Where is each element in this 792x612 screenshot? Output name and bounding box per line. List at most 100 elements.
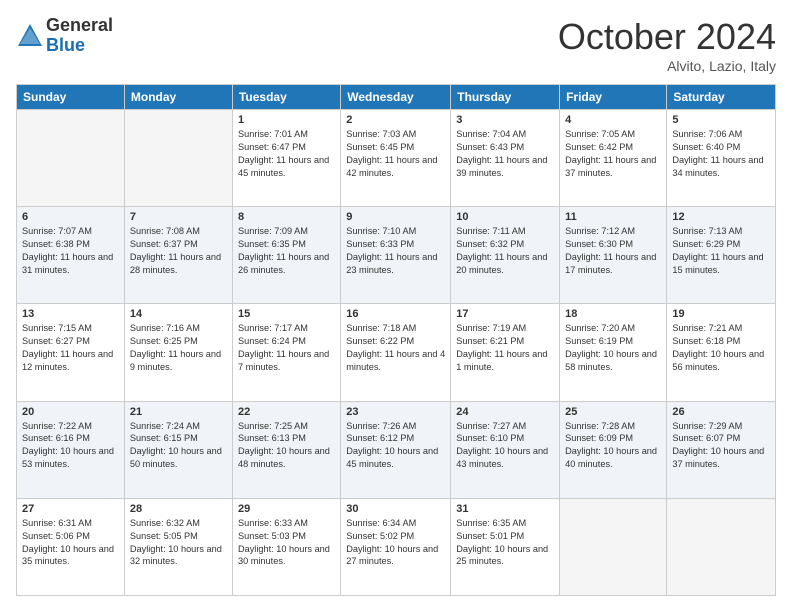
day-info: Sunrise: 7:11 AMSunset: 6:32 PMDaylight:… [456, 225, 554, 277]
th-saturday: Saturday [667, 85, 776, 110]
day-info: Sunrise: 7:04 AMSunset: 6:43 PMDaylight:… [456, 128, 554, 180]
calendar-cell: 3 Sunrise: 7:04 AMSunset: 6:43 PMDaylight… [451, 110, 560, 207]
calendar-cell: 2 Sunrise: 7:03 AMSunset: 6:45 PMDaylight… [341, 110, 451, 207]
th-wednesday: Wednesday [341, 85, 451, 110]
calendar-cell: 16Sunrise: 7:18 AMSunset: 6:22 PMDayligh… [341, 304, 451, 401]
calendar-header: Sunday Monday Tuesday Wednesday Thursday… [17, 85, 776, 110]
logo-icon [16, 22, 44, 50]
calendar-cell: 29 Sunrise: 6:33 AMSunset: 5:03 PMDayligh… [232, 498, 340, 595]
calendar-cell: 7 Sunrise: 7:08 AMSunset: 6:37 PMDaylight… [124, 207, 232, 304]
calendar-cell: 4 Sunrise: 7:05 AMSunset: 6:42 PMDaylight… [560, 110, 667, 207]
calendar-cell [124, 110, 232, 207]
th-tuesday: Tuesday [232, 85, 340, 110]
calendar-cell: 24 Sunrise: 7:27 AMSunset: 6:10 PMDayligh… [451, 401, 560, 498]
day-info: Sunrise: 7:24 AMSunset: 6:15 PMDaylight:… [130, 420, 227, 472]
day-info: Sunrise: 7:21 AMSunset: 6:18 PMDaylight:… [672, 322, 770, 374]
day-number: 30 [346, 503, 445, 515]
day-info: Sunrise: 7:19 AMSunset: 6:21 PMDaylight:… [456, 322, 554, 374]
th-monday: Monday [124, 85, 232, 110]
day-number: 14 [130, 308, 227, 320]
day-number: 3 [456, 114, 554, 126]
logo-area: General Blue [16, 16, 113, 56]
day-number: 20 [22, 406, 119, 418]
calendar-week-row: 20 Sunrise: 7:22 AMSunset: 6:16 PMDayligh… [17, 401, 776, 498]
th-sunday: Sunday [17, 85, 125, 110]
calendar-cell: 30 Sunrise: 6:34 AMSunset: 5:02 PMDayligh… [341, 498, 451, 595]
day-info: Sunrise: 7:09 AMSunset: 6:35 PMDaylight:… [238, 225, 335, 277]
day-number: 5 [672, 114, 770, 126]
calendar-cell: 31 Sunrise: 6:35 AMSunset: 5:01 PMDayligh… [451, 498, 560, 595]
day-info: Sunrise: 6:31 AMSunset: 5:06 PMDaylight:… [22, 517, 119, 569]
logo-text: General Blue [46, 16, 113, 56]
logo-general: General [46, 16, 113, 36]
day-number: 2 [346, 114, 445, 126]
day-info: Sunrise: 7:26 AMSunset: 6:12 PMDaylight:… [346, 420, 445, 472]
day-info: Sunrise: 6:33 AMSunset: 5:03 PMDaylight:… [238, 517, 335, 569]
day-info: Sunrise: 7:22 AMSunset: 6:16 PMDaylight:… [22, 420, 119, 472]
day-number: 17 [456, 308, 554, 320]
day-info: Sunrise: 6:34 AMSunset: 5:02 PMDaylight:… [346, 517, 445, 569]
day-number: 31 [456, 503, 554, 515]
day-info: Sunrise: 6:35 AMSunset: 5:01 PMDaylight:… [456, 517, 554, 569]
calendar-week-row: 27 Sunrise: 6:31 AMSunset: 5:06 PMDayligh… [17, 498, 776, 595]
day-info: Sunrise: 7:16 AMSunset: 6:25 PMDaylight:… [130, 322, 227, 374]
calendar-cell: 14 Sunrise: 7:16 AMSunset: 6:25 PMDayligh… [124, 304, 232, 401]
calendar-cell [17, 110, 125, 207]
day-number: 27 [22, 503, 119, 515]
day-number: 11 [565, 211, 661, 223]
th-thursday: Thursday [451, 85, 560, 110]
calendar-cell: 17 Sunrise: 7:19 AMSunset: 6:21 PMDayligh… [451, 304, 560, 401]
calendar-cell: 15Sunrise: 7:17 AMSunset: 6:24 PMDayligh… [232, 304, 340, 401]
day-info: Sunrise: 6:32 AMSunset: 5:05 PMDaylight:… [130, 517, 227, 569]
day-info: Sunrise: 7:05 AMSunset: 6:42 PMDaylight:… [565, 128, 661, 180]
calendar-cell: 23 Sunrise: 7:26 AMSunset: 6:12 PMDayligh… [341, 401, 451, 498]
calendar-cell: 1Sunrise: 7:01 AMSunset: 6:47 PMDaylight… [232, 110, 340, 207]
calendar-week-row: 13Sunrise: 7:15 AMSunset: 6:27 PMDayligh… [17, 304, 776, 401]
day-number: 24 [456, 406, 554, 418]
day-info: Sunrise: 7:13 AMSunset: 6:29 PMDaylight:… [672, 225, 770, 277]
day-number: 13 [22, 308, 119, 320]
day-info: Sunrise: 7:10 AMSunset: 6:33 PMDaylight:… [346, 225, 445, 277]
day-number: 4 [565, 114, 661, 126]
day-number: 7 [130, 211, 227, 223]
day-number: 12 [672, 211, 770, 223]
day-number: 8 [238, 211, 335, 223]
day-info: Sunrise: 7:08 AMSunset: 6:37 PMDaylight:… [130, 225, 227, 277]
day-number: 21 [130, 406, 227, 418]
day-number: 10 [456, 211, 554, 223]
title-area: October 2024 Alvito, Lazio, Italy [558, 16, 776, 74]
day-number: 26 [672, 406, 770, 418]
location: Alvito, Lazio, Italy [558, 58, 776, 74]
calendar-cell: 6Sunrise: 7:07 AMSunset: 6:38 PMDaylight… [17, 207, 125, 304]
calendar-week-row: 6Sunrise: 7:07 AMSunset: 6:38 PMDaylight… [17, 207, 776, 304]
calendar-cell: 19 Sunrise: 7:21 AMSunset: 6:18 PMDayligh… [667, 304, 776, 401]
day-info: Sunrise: 7:12 AMSunset: 6:30 PMDaylight:… [565, 225, 661, 277]
day-info: Sunrise: 7:17 AMSunset: 6:24 PMDaylight:… [238, 322, 335, 374]
day-number: 19 [672, 308, 770, 320]
day-number: 16 [346, 308, 445, 320]
calendar-cell: 28 Sunrise: 6:32 AMSunset: 5:05 PMDayligh… [124, 498, 232, 595]
day-number: 9 [346, 211, 445, 223]
day-number: 23 [346, 406, 445, 418]
th-friday: Friday [560, 85, 667, 110]
calendar-cell [667, 498, 776, 595]
calendar-cell: 11 Sunrise: 7:12 AMSunset: 6:30 PMDayligh… [560, 207, 667, 304]
day-number: 6 [22, 211, 119, 223]
day-info: Sunrise: 7:27 AMSunset: 6:10 PMDaylight:… [456, 420, 554, 472]
calendar-cell: 21 Sunrise: 7:24 AMSunset: 6:15 PMDayligh… [124, 401, 232, 498]
day-number: 29 [238, 503, 335, 515]
calendar-cell: 20 Sunrise: 7:22 AMSunset: 6:16 PMDayligh… [17, 401, 125, 498]
month-title: October 2024 [558, 16, 776, 58]
day-info: Sunrise: 7:03 AMSunset: 6:45 PMDaylight:… [346, 128, 445, 180]
calendar-cell: 26 Sunrise: 7:29 AMSunset: 6:07 PMDayligh… [667, 401, 776, 498]
calendar-cell: 13Sunrise: 7:15 AMSunset: 6:27 PMDayligh… [17, 304, 125, 401]
day-number: 28 [130, 503, 227, 515]
day-info: Sunrise: 7:20 AMSunset: 6:19 PMDaylight:… [565, 322, 661, 374]
calendar-cell: 25Sunrise: 7:28 AMSunset: 6:09 PMDayligh… [560, 401, 667, 498]
calendar-cell: 27 Sunrise: 6:31 AMSunset: 5:06 PMDayligh… [17, 498, 125, 595]
day-info: Sunrise: 7:29 AMSunset: 6:07 PMDaylight:… [672, 420, 770, 472]
calendar-cell: 8 Sunrise: 7:09 AMSunset: 6:35 PMDaylight… [232, 207, 340, 304]
header: General Blue October 2024 Alvito, Lazio,… [16, 16, 776, 74]
day-info: Sunrise: 7:28 AMSunset: 6:09 PMDaylight:… [565, 420, 661, 472]
calendar-cell: 12 Sunrise: 7:13 AMSunset: 6:29 PMDayligh… [667, 207, 776, 304]
